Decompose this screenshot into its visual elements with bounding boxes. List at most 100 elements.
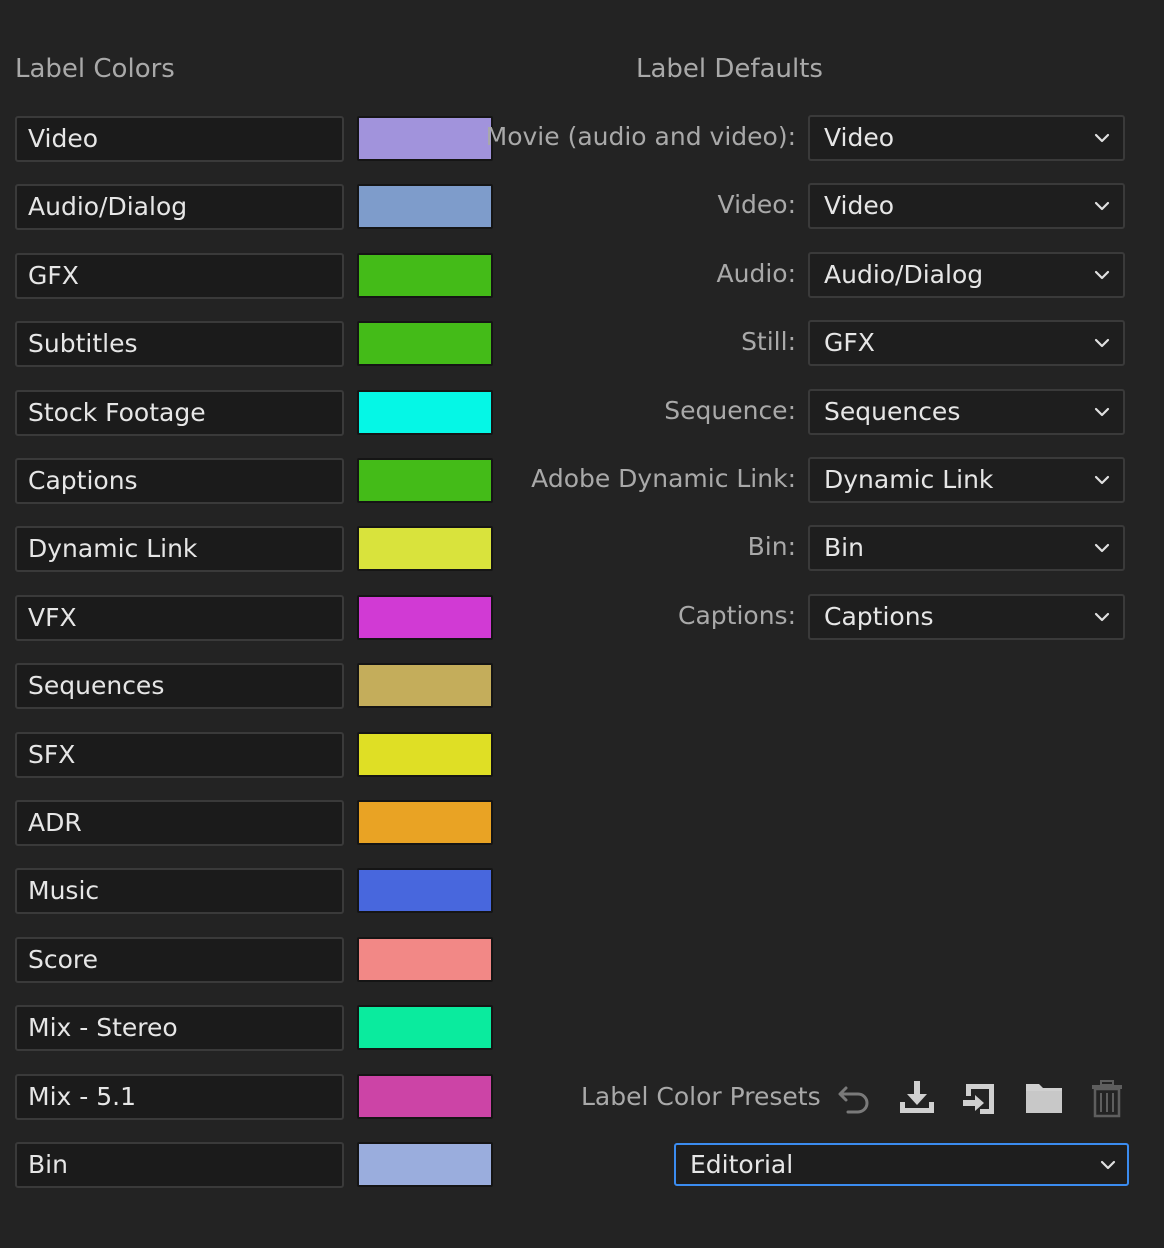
export-icon[interactable] (960, 1078, 1000, 1118)
label-default-dropdown-value: Dynamic Link (824, 465, 994, 494)
label-default-row: Captions: Captions (500, 594, 1130, 640)
label-default-dropdown-value: Bin (824, 533, 864, 562)
trash-icon[interactable] (1087, 1078, 1127, 1118)
label-color-swatch[interactable] (357, 321, 493, 366)
label-default-dropdown-value: Captions (824, 602, 934, 631)
label-name-field[interactable]: Subtitles (15, 321, 344, 367)
label-colors-title: Label Colors (15, 54, 175, 84)
label-color-swatch[interactable] (357, 1005, 493, 1050)
folder-icon[interactable] (1024, 1078, 1064, 1118)
chevron-down-icon (1094, 612, 1110, 622)
label-color-presets-label: Label Color Presets (581, 1082, 821, 1111)
label-name-field[interactable]: Stock Footage (15, 390, 344, 436)
chevron-down-icon (1094, 543, 1110, 553)
label-color-swatch[interactable] (357, 663, 493, 708)
chevron-down-icon (1094, 407, 1110, 417)
label-name-field[interactable]: Score (15, 937, 344, 983)
label-color-swatch[interactable] (357, 800, 493, 845)
label-default-label: Bin: (747, 532, 796, 561)
import-icon[interactable] (897, 1078, 937, 1118)
label-default-dropdown-value: Video (824, 123, 895, 152)
label-color-row: Mix - 5.1 (15, 1074, 493, 1120)
label-color-swatch[interactable] (357, 390, 493, 435)
label-color-row: VFX (15, 595, 493, 641)
label-default-row: Adobe Dynamic Link: Dynamic Link (500, 457, 1130, 503)
label-color-row: Sequences (15, 663, 493, 709)
preferences-labels-panel: Label Colors Label Defaults Video Audio/D… (0, 0, 1164, 1248)
label-default-dropdown[interactable]: Video (808, 115, 1125, 161)
label-color-row: Video (15, 116, 493, 162)
label-default-dropdown-value: Audio/Dialog (824, 260, 984, 289)
label-name-field[interactable]: Mix - 5.1 (15, 1074, 344, 1120)
label-color-row: Captions (15, 458, 493, 504)
undo-icon[interactable] (834, 1078, 874, 1118)
label-color-row: ADR (15, 800, 493, 846)
label-default-row: Still: GFX (500, 320, 1130, 366)
label-default-label: Adobe Dynamic Link: (531, 464, 796, 493)
label-color-swatch[interactable] (357, 732, 493, 777)
chevron-down-icon (1094, 338, 1110, 348)
label-color-swatch[interactable] (357, 595, 493, 640)
label-default-label: Audio: (716, 259, 796, 288)
label-default-label: Sequence: (664, 396, 796, 425)
label-default-label: Still: (741, 327, 796, 356)
label-color-swatch[interactable] (357, 253, 493, 298)
label-default-dropdown[interactable]: Bin (808, 525, 1125, 571)
label-name-field[interactable]: Dynamic Link (15, 526, 344, 572)
label-default-row: Sequence: Sequences (500, 389, 1130, 435)
label-default-row: Bin: Bin (500, 525, 1130, 571)
label-default-row: Movie (audio and video): Video (486, 115, 1130, 161)
label-default-label: Movie (audio and video): (485, 122, 796, 151)
label-color-swatch[interactable] (357, 116, 493, 161)
label-default-dropdown-value: Sequences (824, 397, 961, 426)
label-name-field[interactable]: Mix - Stereo (15, 1005, 344, 1051)
label-default-dropdown[interactable]: Sequences (808, 389, 1125, 435)
label-color-row: GFX (15, 253, 493, 299)
label-name-field[interactable]: Captions (15, 458, 344, 504)
label-color-row: SFX (15, 732, 493, 778)
label-name-field[interactable]: Bin (15, 1142, 344, 1188)
chevron-down-icon (1100, 1160, 1116, 1170)
label-color-row: Mix - Stereo (15, 1005, 493, 1051)
label-name-field[interactable]: SFX (15, 732, 344, 778)
label-default-dropdown[interactable]: GFX (808, 320, 1125, 366)
label-color-swatch[interactable] (357, 1074, 493, 1119)
label-default-dropdown[interactable]: Captions (808, 594, 1125, 640)
label-default-label: Video: (717, 190, 796, 219)
label-name-field[interactable]: Sequences (15, 663, 344, 709)
chevron-down-icon (1094, 133, 1110, 143)
label-name-field[interactable]: Music (15, 868, 344, 914)
label-color-row: Music (15, 868, 493, 914)
label-default-dropdown[interactable]: Video (808, 183, 1125, 229)
label-color-swatch[interactable] (357, 868, 493, 913)
label-name-field[interactable]: ADR (15, 800, 344, 846)
label-color-row: Stock Footage (15, 390, 493, 436)
label-color-swatch[interactable] (357, 1142, 493, 1187)
label-default-row: Audio: Audio/Dialog (500, 252, 1130, 298)
label-default-dropdown[interactable]: Dynamic Link (808, 457, 1125, 503)
chevron-down-icon (1094, 201, 1110, 211)
label-defaults-title: Label Defaults (636, 54, 823, 84)
label-name-field[interactable]: VFX (15, 595, 344, 641)
label-color-row: Subtitles (15, 321, 493, 367)
label-name-field[interactable]: Video (15, 116, 344, 162)
label-color-row: Score (15, 937, 493, 983)
label-default-row: Video: Video (500, 183, 1130, 229)
chevron-down-icon (1094, 270, 1110, 280)
label-color-swatch[interactable] (357, 184, 493, 229)
label-color-preset-dropdown[interactable]: Editorial (674, 1143, 1129, 1186)
label-default-dropdown-value: GFX (824, 328, 875, 357)
chevron-down-icon (1094, 475, 1110, 485)
label-color-swatch[interactable] (357, 526, 493, 571)
label-name-field[interactable]: Audio/Dialog (15, 184, 344, 230)
label-default-dropdown[interactable]: Audio/Dialog (808, 252, 1125, 298)
label-name-field[interactable]: GFX (15, 253, 344, 299)
label-default-label: Captions: (678, 601, 796, 630)
label-color-row: Audio/Dialog (15, 184, 493, 230)
preset-dropdown-value: Editorial (690, 1150, 794, 1179)
label-color-swatch[interactable] (357, 458, 493, 503)
label-default-dropdown-value: Video (824, 191, 895, 220)
label-color-row: Bin (15, 1142, 493, 1188)
label-color-row: Dynamic Link (15, 526, 493, 572)
label-color-swatch[interactable] (357, 937, 493, 982)
